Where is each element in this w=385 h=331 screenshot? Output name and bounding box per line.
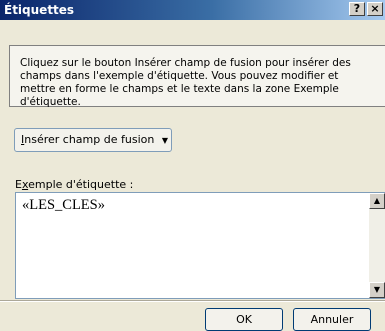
ok-button[interactable]: OK — [205, 308, 283, 331]
close-button[interactable]: × — [367, 2, 383, 16]
insert-merge-field-button[interactable]: Insérer champ de fusion ▼ — [14, 128, 172, 152]
example-label: Exemple d'étiquette : — [15, 178, 133, 191]
instructions-panel: Cliquez sur le bouton Insérer champ de f… — [9, 45, 385, 108]
merge-field-les-cles[interactable]: «LES_CLES» — [22, 197, 105, 214]
window-title: Étiquettes — [4, 3, 75, 17]
example-label-editor[interactable]: «LES_CLES» ▲ ▼ — [15, 192, 385, 299]
footer-separator — [0, 300, 385, 302]
help-button[interactable]: ? — [349, 2, 365, 16]
insert-merge-field-label: nsérer champ de fusion — [24, 133, 155, 146]
example-label-pre: E — [15, 178, 22, 191]
title-bar: Étiquettes ? × — [0, 0, 385, 20]
instructions-text: Cliquez sur le bouton Insérer champ de f… — [20, 57, 351, 108]
example-label-post: emple d'étiquette : — [28, 178, 134, 191]
vertical-scrollbar[interactable]: ▲ ▼ — [369, 193, 385, 298]
scroll-up-icon[interactable]: ▲ — [369, 193, 385, 209]
scroll-down-icon[interactable]: ▼ — [369, 282, 385, 298]
cancel-button[interactable]: Annuler — [293, 308, 371, 331]
dropdown-arrow-icon: ▼ — [161, 136, 168, 145]
